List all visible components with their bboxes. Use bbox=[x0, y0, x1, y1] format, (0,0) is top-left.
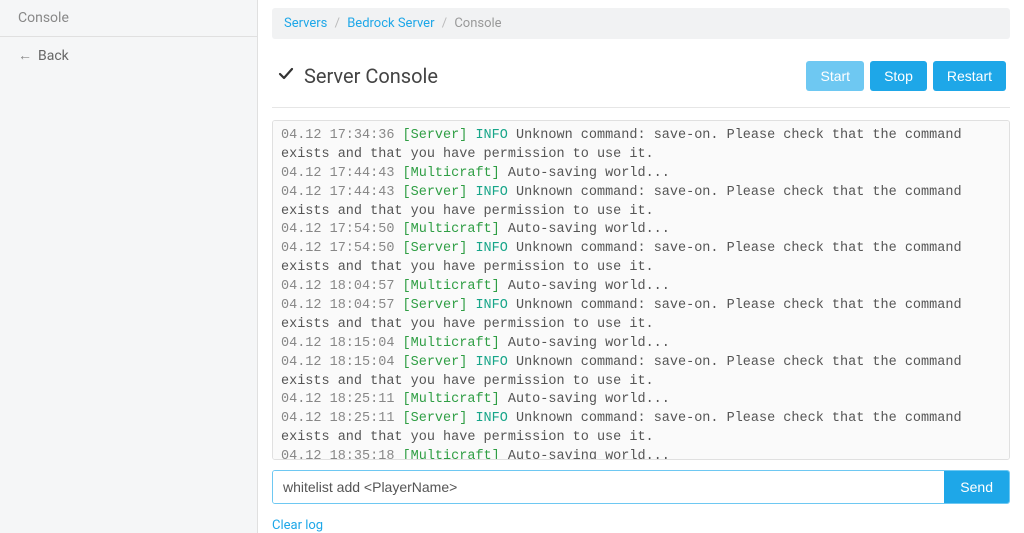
log-line: 04.12 17:44:43 [Server] INFO Unknown com… bbox=[281, 184, 1001, 222]
log-tag: [Multicraft] bbox=[403, 449, 508, 460]
log-message: Auto-saving world... bbox=[508, 166, 670, 181]
log-timestamp: 04.12 17:54:50 bbox=[281, 222, 403, 237]
back-label: Back bbox=[38, 48, 69, 64]
breadcrumb-current: Console bbox=[454, 16, 501, 31]
restart-button[interactable]: Restart bbox=[933, 61, 1006, 91]
log-line: 04.12 18:15:04 [Multicraft] Auto-saving … bbox=[281, 335, 1001, 354]
log-line: 04.12 17:44:43 [Multicraft] Auto-saving … bbox=[281, 165, 1001, 184]
log-message: Auto-saving world... bbox=[508, 222, 670, 237]
page-title: Server Console bbox=[304, 64, 800, 88]
log-tag: [Server] bbox=[403, 355, 476, 370]
command-row: Send bbox=[272, 470, 1010, 504]
log-tag: [Multicraft] bbox=[403, 279, 508, 294]
breadcrumb: Servers / Bedrock Server / Console bbox=[272, 8, 1010, 39]
log-tag: [Multicraft] bbox=[403, 166, 508, 181]
log-timestamp: 04.12 18:35:18 bbox=[281, 449, 403, 460]
log-line: 04.12 18:04:57 [Server] INFO Unknown com… bbox=[281, 297, 1001, 335]
console-output[interactable]: 04.12 17:34:36 [Server] INFO Unknown com… bbox=[272, 120, 1010, 460]
log-timestamp: 04.12 18:04:57 bbox=[281, 279, 403, 294]
breadcrumb-servers[interactable]: Servers bbox=[284, 16, 327, 31]
command-input[interactable] bbox=[273, 471, 944, 503]
log-line: 04.12 17:54:50 [Multicraft] Auto-saving … bbox=[281, 221, 1001, 240]
check-icon bbox=[278, 66, 294, 86]
log-tag: [Multicraft] bbox=[403, 222, 508, 237]
stop-button[interactable]: Stop bbox=[870, 61, 927, 91]
log-level: INFO bbox=[475, 355, 516, 370]
log-tag: [Server] bbox=[403, 411, 476, 426]
log-timestamp: 04.12 17:44:43 bbox=[281, 166, 403, 181]
log-line: 04.12 18:35:18 [Multicraft] Auto-saving … bbox=[281, 448, 1001, 460]
back-button[interactable]: ← Back bbox=[0, 37, 257, 74]
log-level: INFO bbox=[475, 298, 516, 313]
log-line: 04.12 18:25:11 [Multicraft] Auto-saving … bbox=[281, 391, 1001, 410]
log-message: Auto-saving world... bbox=[508, 449, 670, 460]
sidebar: Console ← Back bbox=[0, 0, 258, 533]
log-tag: [Multicraft] bbox=[403, 392, 508, 407]
log-timestamp: 04.12 18:25:11 bbox=[281, 392, 403, 407]
log-message: Auto-saving world... bbox=[508, 279, 670, 294]
back-arrow-icon: ← bbox=[18, 47, 32, 64]
log-level: INFO bbox=[475, 241, 516, 256]
log-tag: [Server] bbox=[403, 128, 476, 143]
breadcrumb-bedrock[interactable]: Bedrock Server bbox=[347, 16, 434, 31]
breadcrumb-sep: / bbox=[442, 16, 447, 31]
log-message: Auto-saving world... bbox=[508, 392, 670, 407]
log-timestamp: 04.12 18:15:04 bbox=[281, 355, 403, 370]
title-row: Server Console Start Stop Restart bbox=[272, 47, 1010, 108]
log-timestamp: 04.12 17:54:50 bbox=[281, 241, 403, 256]
log-tag: [Server] bbox=[403, 185, 476, 200]
log-level: INFO bbox=[475, 185, 516, 200]
send-button[interactable]: Send bbox=[944, 471, 1009, 503]
clear-log-link[interactable]: Clear log bbox=[272, 518, 1010, 533]
log-line: 04.12 17:54:50 [Server] INFO Unknown com… bbox=[281, 240, 1001, 278]
log-line: 04.12 18:04:57 [Multicraft] Auto-saving … bbox=[281, 278, 1001, 297]
log-timestamp: 04.12 18:04:57 bbox=[281, 298, 403, 313]
start-button[interactable]: Start bbox=[806, 61, 864, 91]
log-tag: [Server] bbox=[403, 298, 476, 313]
log-level: INFO bbox=[475, 128, 516, 143]
log-line: 04.12 17:34:36 [Server] INFO Unknown com… bbox=[281, 127, 1001, 165]
breadcrumb-sep: / bbox=[335, 16, 340, 31]
log-line: 04.12 18:25:11 [Server] INFO Unknown com… bbox=[281, 410, 1001, 448]
log-tag: [Multicraft] bbox=[403, 336, 508, 351]
log-timestamp: 04.12 18:25:11 bbox=[281, 411, 403, 426]
sidebar-title: Console bbox=[0, 0, 257, 37]
log-timestamp: 04.12 17:44:43 bbox=[281, 185, 403, 200]
log-message: Auto-saving world... bbox=[508, 336, 670, 351]
log-tag: [Server] bbox=[403, 241, 476, 256]
log-line: 04.12 18:15:04 [Server] INFO Unknown com… bbox=[281, 354, 1001, 392]
log-timestamp: 04.12 17:34:36 bbox=[281, 128, 403, 143]
log-timestamp: 04.12 18:15:04 bbox=[281, 336, 403, 351]
log-level: INFO bbox=[475, 411, 516, 426]
